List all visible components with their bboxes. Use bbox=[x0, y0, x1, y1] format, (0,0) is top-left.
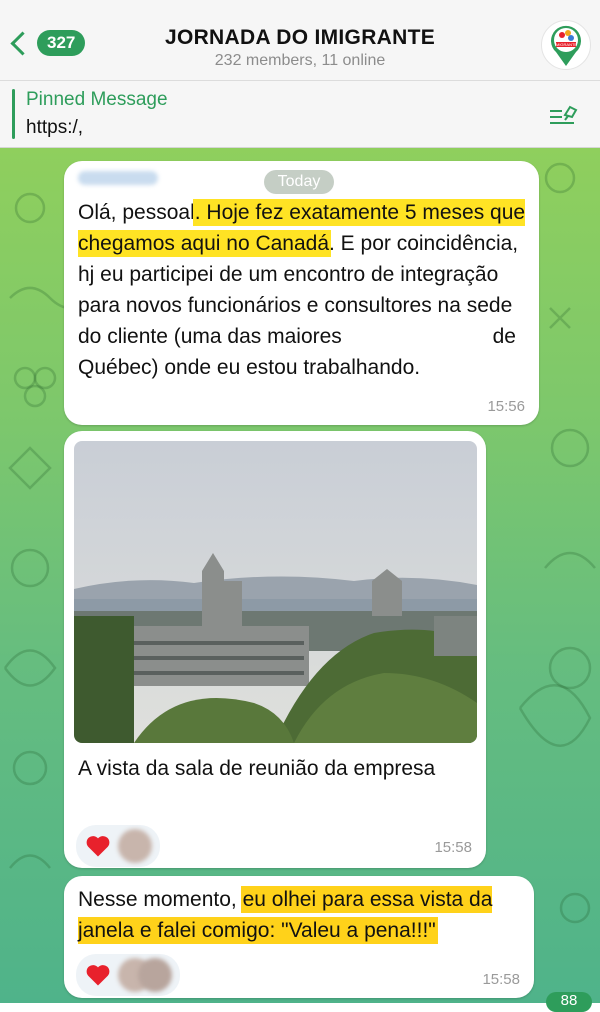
message-text: Nesse momento, eu olhei para essa vista … bbox=[78, 884, 523, 946]
chat-title[interactable]: JORNADA DO IMIGRANTE bbox=[0, 26, 600, 50]
reaction-user-avatar bbox=[138, 958, 172, 992]
chat-area[interactable]: Olá, pessoal. Hoje fez exatamente 5 mese… bbox=[0, 148, 600, 1003]
map-pin-logo-icon: IMIGRANTE bbox=[551, 25, 581, 67]
pinned-message-bar[interactable]: Pinned Message https:/, bbox=[0, 81, 600, 148]
pinned-title: Pinned Message bbox=[26, 89, 168, 110]
message-time: 15:56 bbox=[487, 398, 525, 415]
unread-messages-badge[interactable]: 88 bbox=[546, 992, 592, 1012]
photo-message-bubble[interactable]: A vista da sala de reunião da empresa 15… bbox=[64, 431, 486, 868]
message-bubble[interactable]: Nesse momento, eu olhei para essa vista … bbox=[64, 876, 534, 998]
reactions-bar[interactable] bbox=[76, 954, 180, 996]
message-time: 15:58 bbox=[482, 971, 520, 988]
message-text-part: Olá, pessoal bbox=[78, 201, 195, 224]
message-text-part: Nesse momento, bbox=[78, 888, 243, 911]
message-text: Olá, pessoal. Hoje fez exatamente 5 mese… bbox=[78, 197, 530, 383]
group-avatar[interactable]: IMIGRANTE bbox=[541, 20, 591, 70]
chat-members-status: 232 members, 11 online bbox=[214, 52, 386, 69]
message-time: 15:58 bbox=[434, 839, 472, 856]
reaction-user-avatar bbox=[118, 829, 152, 863]
sender-name-blurred bbox=[78, 171, 158, 185]
photo-caption: A vista da sala de reunião da empresa bbox=[78, 757, 436, 780]
pinned-text: https:/, bbox=[26, 117, 84, 138]
date-separator: Today bbox=[264, 170, 334, 194]
avatar-logo-text: IMIGRANTE bbox=[555, 42, 578, 47]
pinned-indicator bbox=[12, 89, 15, 139]
heart-icon[interactable] bbox=[84, 961, 112, 989]
photo-quebec-city-view[interactable] bbox=[74, 441, 477, 743]
redacted-text bbox=[341, 326, 487, 349]
chat-header: 327 JORNADA DO IMIGRANTE 232 members, 11… bbox=[0, 0, 600, 81]
message-bubble[interactable]: Olá, pessoal. Hoje fez exatamente 5 mese… bbox=[64, 161, 539, 425]
reactions-bar[interactable] bbox=[76, 825, 160, 867]
pinned-list-icon[interactable] bbox=[548, 103, 580, 129]
heart-icon[interactable] bbox=[84, 832, 112, 860]
photo-illustration bbox=[74, 441, 477, 743]
